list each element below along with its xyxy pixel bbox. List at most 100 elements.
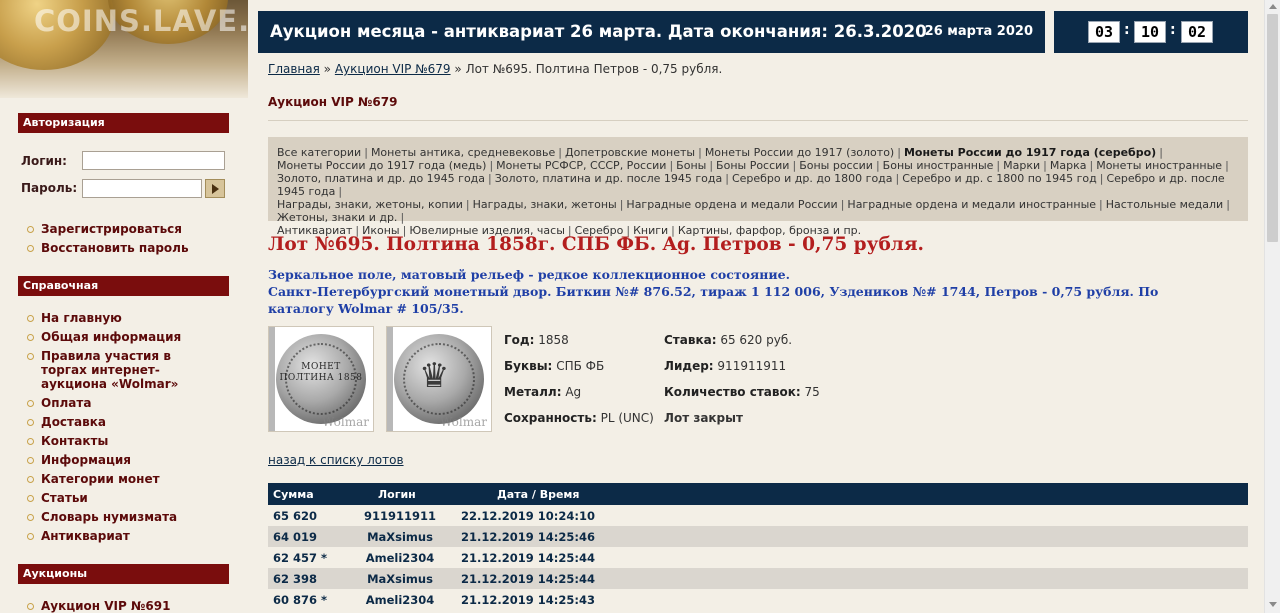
category-separator: | [709,159,714,172]
menu-item-label[interactable]: Доставка [41,415,106,429]
scroll-down-icon[interactable] [1269,602,1277,607]
image-watermark: Wolmar [322,415,369,429]
login-submit-button[interactable] [205,179,225,198]
category-link[interactable]: Монеты России до 1917 года (медь) [277,159,486,172]
category-link[interactable]: Монеты РСФСР, СССР, России [496,159,666,172]
category-link-active[interactable]: Монеты России до 1917 года (серебро) [904,146,1156,159]
category-link[interactable]: Допетровские монеты [565,146,695,159]
menu-item-label[interactable]: Общая информация [41,330,181,344]
category-link[interactable]: Награды, знаки, жетоны, копии [277,198,463,211]
login-input[interactable] [82,151,225,170]
image-watermark: Wolmar [440,415,487,429]
spec-bid-count: Количество ставок: 75 [664,385,820,399]
category-link[interactable]: Жетоны, знаки и др. [277,211,397,224]
category-link[interactable]: Марка [1050,159,1087,172]
category-link[interactable]: Настольные медали [1106,198,1223,211]
category-link[interactable]: Монеты антика, средневековье [371,146,555,159]
spec-value: 65 620 руб. [720,333,793,347]
column-header-login: Логин [378,488,416,501]
menu-item-coin-categories[interactable]: Категории монет [27,470,217,489]
register-link[interactable]: Зарегистрироваться [41,222,182,236]
category-separator: | [698,146,702,159]
coin-reverse-image[interactable]: МОНЕТ ПОЛТИНА 1858 Wolmar [268,326,374,432]
bullet-icon [27,514,34,521]
menu-item-rules[interactable]: Правила участия в торгах интернет-аукцио… [27,347,217,394]
auctions-heading: Аукционы [18,564,229,584]
login-label: Логин: [21,154,67,168]
coin-inscription: МОНЕТ ПОЛТИНА 1858 [279,362,363,383]
countdown-timer: 03 : 10 : 02 [1054,11,1248,53]
menu-item-label[interactable]: На главную [41,311,122,325]
category-link[interactable]: Боны [676,159,706,172]
category-link[interactable]: Боны россии [799,159,873,172]
breadcrumb-auction[interactable]: Аукцион VIP №679 [335,62,451,76]
lot-description: Зеркальное поле, матовый рельеф - редкое… [268,266,1228,317]
spec-value: 75 [804,385,820,399]
category-separator: | [725,172,729,185]
restore-password-link-item[interactable]: Восстановить пароль [27,239,189,258]
category-link[interactable]: Монеты иностранные [1096,159,1222,172]
site-logo[interactable]: COINS.LAVE.RU [34,4,248,38]
scrollbar-thumb[interactable] [1267,14,1278,242]
auction-date: 26 марта 2020 [924,24,1033,39]
menu-item-delivery[interactable]: Доставка [27,413,217,432]
password-input[interactable] [82,179,202,198]
category-separator: | [488,172,492,185]
category-link[interactable]: Наградные ордена и медали иностранные [847,198,1096,211]
spec-label: Металл: [504,385,562,399]
scroll-up-icon[interactable] [1269,4,1277,9]
menu-item-dictionary[interactable]: Словарь нумизмата [27,508,217,527]
sidebar: COINS.LAVE.RU Авторизация Логин: Пароль:… [0,0,248,613]
category-link[interactable]: Награды, знаки, жетоны [473,198,617,211]
category-link[interactable]: Наградные ордена и медали России [626,198,837,211]
category-separator: | [1099,172,1104,185]
menu-item-label[interactable]: Статьи [41,491,88,505]
category-link[interactable]: Серебро и др. до 1800 года [732,172,893,185]
table-row: 62 457 * Ameli2304 21.12.2019 14:25:44 [268,547,1248,568]
menu-item-label[interactable]: Категории монет [41,472,160,486]
category-link[interactable]: Все категории [277,146,361,159]
menu-item-label[interactable]: Оплата [41,396,91,410]
category-separator: | [669,159,674,172]
category-link[interactable]: Марки [1003,159,1040,172]
menu-item-payment[interactable]: Оплата [27,394,217,413]
bid-login[interactable]: MaXsimus [358,530,442,544]
coin-obverse-image[interactable]: ♛ Wolmar [386,326,492,432]
bid-sum: 62 398 [273,572,318,586]
category-link[interactable]: Золото, платина и др. после 1945 года [495,172,722,185]
restore-password-link[interactable]: Восстановить пароль [41,241,189,255]
category-separator: | [897,146,901,159]
password-label: Пароль: [21,181,78,195]
menu-item-articles[interactable]: Статьи [27,489,217,508]
bid-login[interactable]: Ameli2304 [358,593,442,607]
back-to-lots-link[interactable]: назад к списку лотов [268,453,404,467]
category-link[interactable]: Золото, платина и др. до 1945 года [277,172,485,185]
register-link-item[interactable]: Зарегистрироваться [27,220,189,239]
spec-grade: Сохранность: PL (UNC) [504,411,654,425]
menu-item-label[interactable]: Правила участия в торгах интернет-аукцио… [41,349,178,391]
menu-item-label[interactable]: Информация [41,453,131,467]
category-link[interactable]: Серебро и др. с 1800 по 1945 год [902,172,1096,185]
category-separator: | [558,146,563,159]
category-link[interactable]: Монеты России до 1917 (золото) [705,146,894,159]
category-link[interactable]: Боны России [716,159,789,172]
menu-item-home[interactable]: На главную [27,309,217,328]
category-separator: | [1159,146,1163,159]
category-link[interactable]: Боны иностранные [883,159,994,172]
bid-login[interactable]: MaXsimus [358,572,442,586]
bid-login[interactable]: 911911911 [358,509,442,523]
menu-item-label[interactable]: Антиквариат [41,529,130,543]
menu-item-information[interactable]: Информация [27,451,217,470]
breadcrumb-home[interactable]: Главная [268,62,320,76]
menu-item-auction[interactable]: Аукцион VIP №691 [27,597,170,613]
menu-item-general-info[interactable]: Общая информация [27,328,217,347]
category-separator: | [996,159,1001,172]
menu-item-label[interactable]: Словарь нумизмата [41,510,177,524]
image-edge [387,327,393,431]
page-scrollbar[interactable] [1264,0,1280,613]
menu-item-label[interactable]: Контакты [41,434,108,448]
menu-item-contacts[interactable]: Контакты [27,432,217,451]
menu-item-antiques[interactable]: Антиквариат [27,527,217,546]
menu-item-label[interactable]: Аукцион VIP №691 [41,599,170,613]
bid-login[interactable]: Ameli2304 [358,551,442,565]
